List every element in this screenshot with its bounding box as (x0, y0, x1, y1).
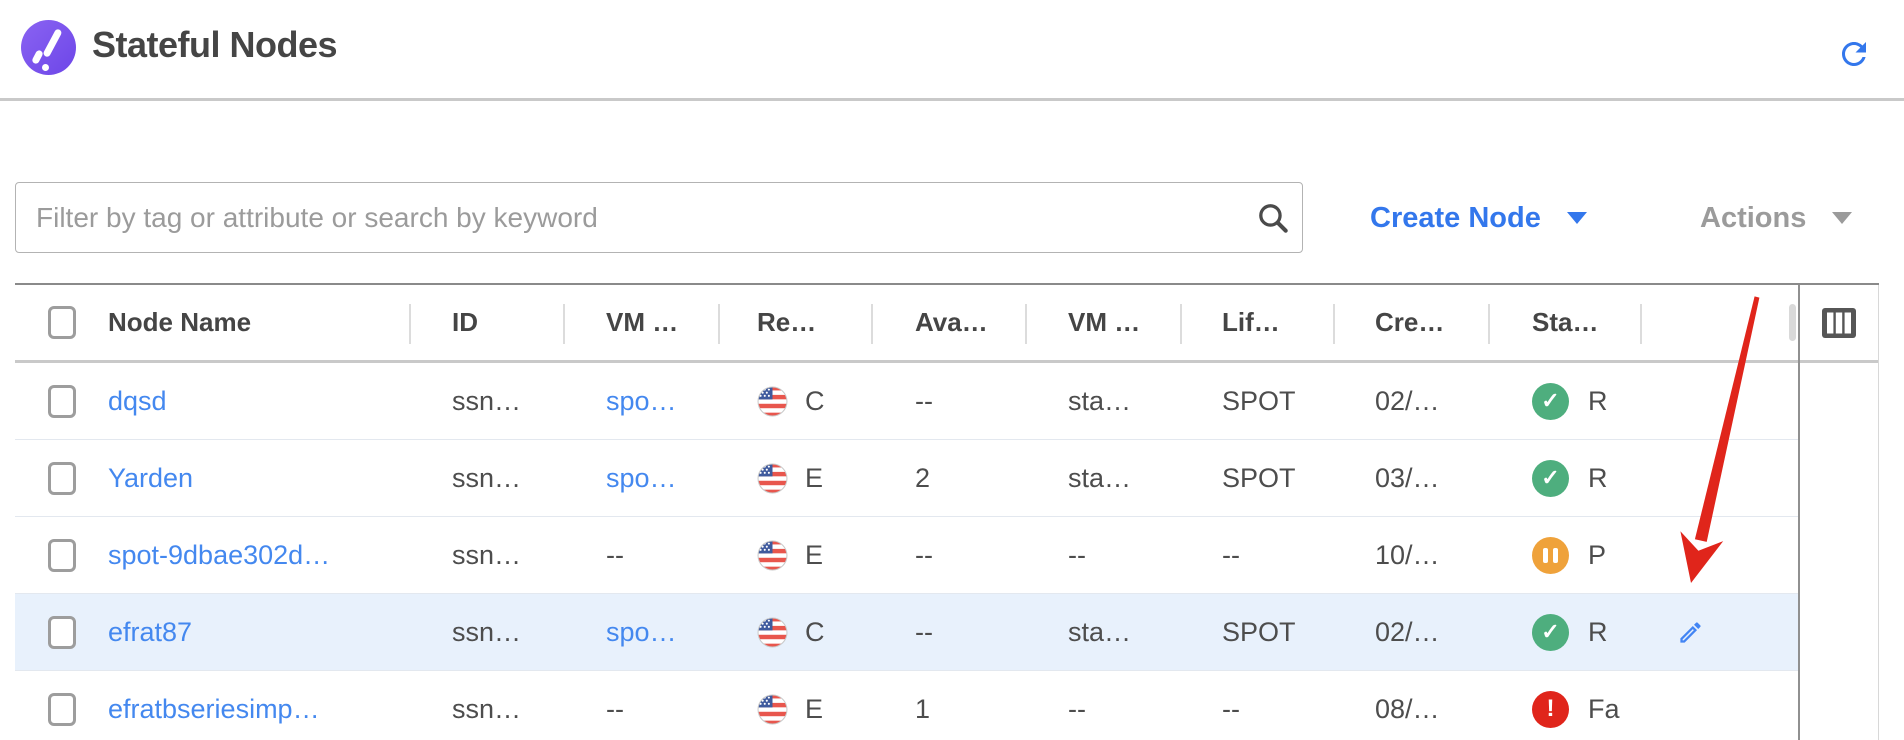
select-all-checkbox[interactable] (48, 306, 76, 339)
refresh-button[interactable] (1836, 36, 1872, 72)
vm-size-value: sta… (1025, 440, 1180, 516)
status-running-icon: ✓ (1532, 614, 1569, 651)
region-value: E (805, 694, 823, 725)
node-name-link[interactable]: Yarden (108, 463, 193, 494)
column-header-region[interactable]: Re… (718, 285, 871, 360)
row-checkbox[interactable] (48, 385, 76, 418)
lifecycle-value: -- (1180, 517, 1333, 593)
stateful-nodes-page: Stateful Nodes Create Node Actions Node … (0, 0, 1904, 740)
vm-name-link[interactable]: spo… (606, 463, 677, 494)
chevron-down-icon (1832, 212, 1852, 224)
created-value: 02/… (1333, 363, 1488, 439)
status-value: R (1588, 463, 1608, 494)
column-header-vm-name[interactable]: VM … (563, 285, 718, 360)
us-flag-icon (757, 386, 788, 417)
status-paused-icon (1532, 537, 1569, 574)
node-name-link[interactable]: spot-9dbae302d… (108, 540, 330, 571)
node-id: ssn… (409, 594, 563, 670)
actions-button[interactable]: Actions (1700, 196, 1852, 240)
row-checkbox[interactable] (48, 539, 76, 572)
scrollbar-thumb[interactable] (1789, 304, 1796, 341)
column-header-node-name[interactable]: Node Name (95, 285, 409, 360)
spot-logo-icon (21, 20, 76, 75)
status-running-icon: ✓ (1532, 383, 1569, 420)
row-checkbox[interactable] (48, 693, 76, 726)
lifecycle-value: SPOT (1180, 440, 1333, 516)
table-row[interactable]: Yarden ssn… spo… E 2 sta… SPOT 03/… ✓ R (15, 440, 1798, 517)
create-node-button[interactable]: Create Node (1370, 196, 1587, 240)
column-picker-column (1798, 285, 1879, 740)
lifecycle-value: -- (1180, 671, 1333, 740)
node-id: ssn… (409, 363, 563, 439)
lifecycle-value: SPOT (1180, 363, 1333, 439)
actions-label: Actions (1700, 202, 1806, 235)
column-header-lifecycle[interactable]: Lif… (1180, 285, 1333, 360)
status-value: R (1588, 386, 1608, 417)
column-picker-button[interactable] (1822, 308, 1856, 338)
table-header-row: Node Name ID VM … Re… Ava… VM … Lif… Cre… (15, 285, 1798, 363)
node-name-link[interactable]: dqsd (108, 386, 167, 417)
region-value: E (805, 540, 823, 571)
column-header-availability-zone[interactable]: Ava… (871, 285, 1025, 360)
row-checkbox[interactable] (48, 462, 76, 495)
vm-name-value: -- (563, 671, 718, 740)
status-failed-icon: ! (1532, 691, 1569, 728)
app-header: Stateful Nodes (0, 0, 1904, 101)
column-header-actions (1640, 285, 1798, 360)
table-row[interactable]: spot-9dbae302d… ssn… -- E -- -- -- 10/… … (15, 517, 1798, 594)
availability-zone-value: 2 (871, 440, 1025, 516)
columns-icon (1822, 308, 1856, 338)
created-value: 02/… (1333, 594, 1488, 670)
column-header-vm-size[interactable]: VM … (1025, 285, 1180, 360)
node-name-link[interactable]: efrat87 (108, 617, 192, 648)
node-id: ssn… (409, 671, 563, 740)
status-value: P (1588, 540, 1606, 571)
node-name-link[interactable]: efratbseriesimp… (108, 694, 320, 725)
availability-zone-value: -- (871, 517, 1025, 593)
created-value: 08/… (1333, 671, 1488, 740)
column-header-created[interactable]: Cre… (1333, 285, 1488, 360)
created-value: 10/… (1333, 517, 1488, 593)
filter-box (15, 182, 1303, 253)
filter-input[interactable] (15, 182, 1303, 253)
node-id: ssn… (409, 517, 563, 593)
created-value: 03/… (1333, 440, 1488, 516)
column-header-status[interactable]: Sta… (1488, 285, 1640, 360)
status-running-icon: ✓ (1532, 460, 1569, 497)
status-value: R (1588, 617, 1608, 648)
us-flag-icon (757, 540, 788, 571)
vm-size-value: sta… (1025, 363, 1180, 439)
search-icon[interactable] (1256, 201, 1289, 234)
availability-zone-value: -- (871, 363, 1025, 439)
vm-name-value: -- (563, 517, 718, 593)
table-row-selected[interactable]: efrat87 ssn… spo… C -- sta… SPOT 02/… ✓ … (15, 594, 1798, 671)
refresh-icon (1836, 36, 1872, 72)
status-value: Fa (1588, 694, 1620, 725)
table-row[interactable]: efratbseriesimp… ssn… -- E 1 -- -- 08/… … (15, 671, 1798, 740)
row-checkbox[interactable] (48, 616, 76, 649)
region-value: E (805, 463, 823, 494)
edit-pencil-icon (1677, 619, 1704, 646)
page-title: Stateful Nodes (92, 24, 337, 66)
us-flag-icon (757, 617, 788, 648)
us-flag-icon (757, 694, 788, 725)
availability-zone-value: -- (871, 594, 1025, 670)
edit-node-button[interactable] (1677, 619, 1704, 646)
availability-zone-value: 1 (871, 671, 1025, 740)
chevron-down-icon (1567, 212, 1587, 224)
region-value: C (805, 617, 825, 648)
nodes-table: Node Name ID VM … Re… Ava… VM … Lif… Cre… (15, 283, 1879, 740)
node-id: ssn… (409, 440, 563, 516)
vm-name-link[interactable]: spo… (606, 617, 677, 648)
column-header-id[interactable]: ID (409, 285, 563, 360)
lifecycle-value: SPOT (1180, 594, 1333, 670)
region-value: C (805, 386, 825, 417)
vm-name-link[interactable]: spo… (606, 386, 677, 417)
vm-size-value: -- (1025, 517, 1180, 593)
create-node-label: Create Node (1370, 202, 1541, 235)
table-row[interactable]: dqsd ssn… spo… C -- sta… SPOT 02/… ✓ R (15, 363, 1798, 440)
vm-size-value: sta… (1025, 594, 1180, 670)
vm-size-value: -- (1025, 671, 1180, 740)
us-flag-icon (757, 463, 788, 494)
